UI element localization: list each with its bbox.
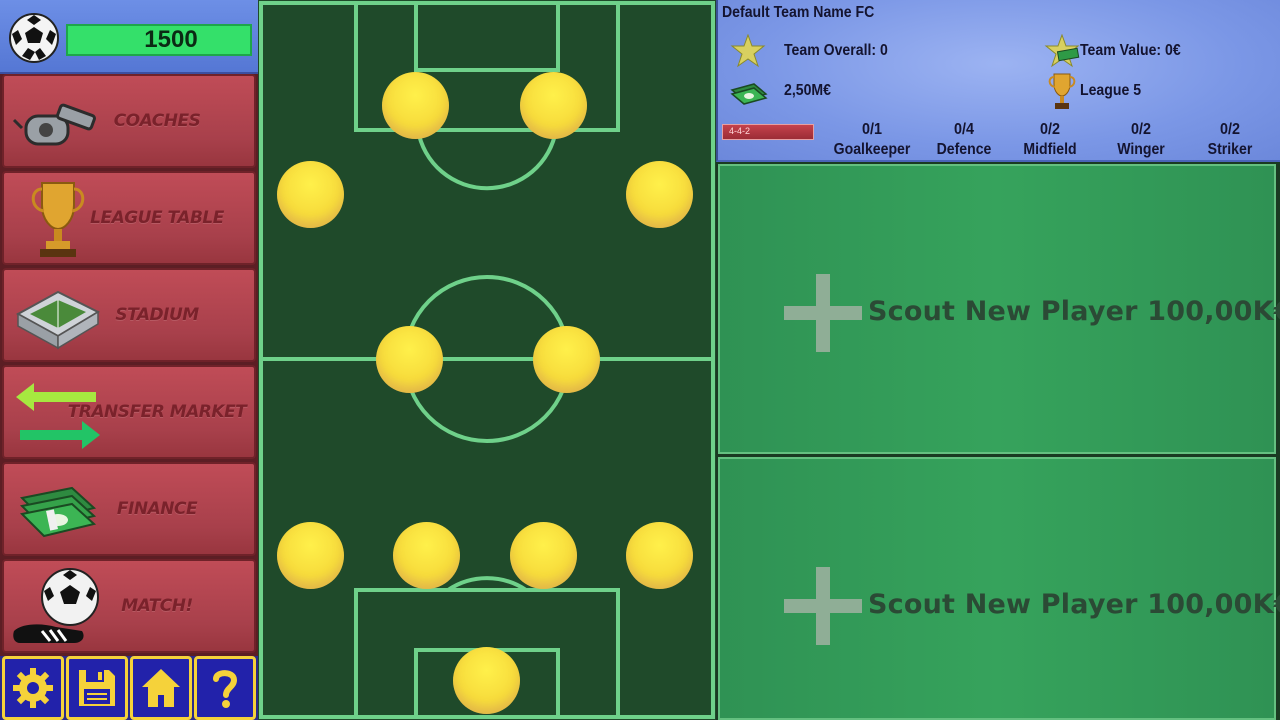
player-slot-midfield-right[interactable] (533, 326, 600, 393)
soccer-ball-icon (9, 13, 59, 63)
player-slot-goalkeeper[interactable] (453, 647, 520, 714)
player-slot-defence-right[interactable] (626, 522, 693, 589)
position-count-value: 0/4 (953, 121, 975, 138)
plus-icon (784, 567, 862, 645)
sidebar: 1500 COACHES LEAGUE TABLE STADIUM TRANSF… (0, 0, 258, 720)
star-money-icon (1044, 34, 1080, 68)
pitch-lines (258, 0, 716, 720)
position-count-winger: 0/2 Winger (1091, 120, 1191, 160)
player-slot-striker-left[interactable] (382, 72, 449, 139)
budget: 2,50M€ (784, 82, 831, 99)
plus-icon (784, 274, 862, 352)
menu-label-finance: FINANCE (116, 499, 198, 519)
gear-icon (13, 668, 53, 708)
player-slot-winger-right[interactable] (626, 161, 693, 228)
menu-label-stadium: STADIUM (115, 305, 199, 325)
save-button[interactable] (66, 656, 128, 720)
position-count-striker: 0/2 Striker (1180, 120, 1280, 160)
formation-value: 4-4-2 (729, 126, 751, 136)
coins-counter: 1500 (66, 24, 252, 56)
scout-player-button[interactable]: Scout New Player 100,00K€ (718, 457, 1280, 720)
coaches-button[interactable]: COACHES (2, 74, 256, 168)
formation-pitch (258, 0, 716, 720)
position-count-value: 0/2 (1219, 121, 1241, 138)
player-slot-striker-right[interactable] (520, 72, 587, 139)
position-count-midfield: 0/2 Midfield (1000, 120, 1100, 160)
help-button[interactable] (194, 656, 256, 720)
settings-button[interactable] (2, 656, 64, 720)
finance-button[interactable]: FINANCE (2, 462, 256, 556)
team-overall: Team Overall: 0 (784, 42, 888, 59)
player-slot-defence-center-right[interactable] (510, 522, 577, 589)
player-slot-defence-left[interactable] (277, 522, 344, 589)
menu-label-league-table: LEAGUE TABLE (90, 208, 224, 228)
position-count-goalkeeper: 0/1 Goalkeeper (822, 120, 922, 160)
player-slot-winger-left[interactable] (277, 161, 344, 228)
league: League 5 (1080, 82, 1142, 99)
home-button[interactable] (130, 656, 192, 720)
player-slot-defence-center-left[interactable] (393, 522, 460, 589)
star-icon (730, 34, 766, 68)
bottom-toolbar (0, 656, 258, 720)
position-name: Winger (1117, 141, 1165, 158)
position-name: Striker (1207, 141, 1253, 158)
team-info-panel: Default Team Name FC Team Overall: 0 Tea… (716, 0, 1280, 162)
help-icon (213, 670, 238, 708)
coins-bar: 1500 (0, 0, 258, 74)
position-count-defence: 0/4 Defence (914, 120, 1014, 160)
position-count-value: 0/1 (861, 121, 883, 138)
menu-label-match: MATCH! (121, 596, 193, 616)
player-slot-midfield-left[interactable] (376, 326, 443, 393)
menu-label-transfer-market: TRANSFER MARKET (67, 402, 247, 422)
position-name: Goalkeeper (833, 141, 911, 158)
position-count-value: 0/2 (1130, 121, 1152, 138)
team-name: Default Team Name FC (722, 4, 875, 21)
home-icon (142, 669, 180, 707)
team-value: Team Value: 0€ (1080, 42, 1181, 59)
money-icon (730, 83, 768, 105)
match-button[interactable]: MATCH! (2, 559, 256, 653)
save-icon (79, 670, 115, 706)
menu-label-coaches: COACHES (113, 111, 201, 131)
scout-label: Scout New Player 100,00K€ (868, 589, 1280, 620)
league-table-button[interactable]: LEAGUE TABLE (2, 171, 256, 265)
trophy-icon (1048, 73, 1076, 109)
formation-dropdown[interactable]: 4-4-2 (722, 124, 814, 140)
position-name: Defence (936, 141, 992, 158)
stadium-button[interactable]: STADIUM (2, 268, 256, 362)
transfer-market-button[interactable]: TRANSFER MARKET (2, 365, 256, 459)
scout-player-button[interactable]: Scout New Player 100,00K€ (718, 164, 1280, 454)
position-count-value: 0/2 (1039, 121, 1061, 138)
scout-label: Scout New Player 100,00K€ (868, 296, 1280, 327)
position-name: Midfield (1023, 141, 1077, 158)
